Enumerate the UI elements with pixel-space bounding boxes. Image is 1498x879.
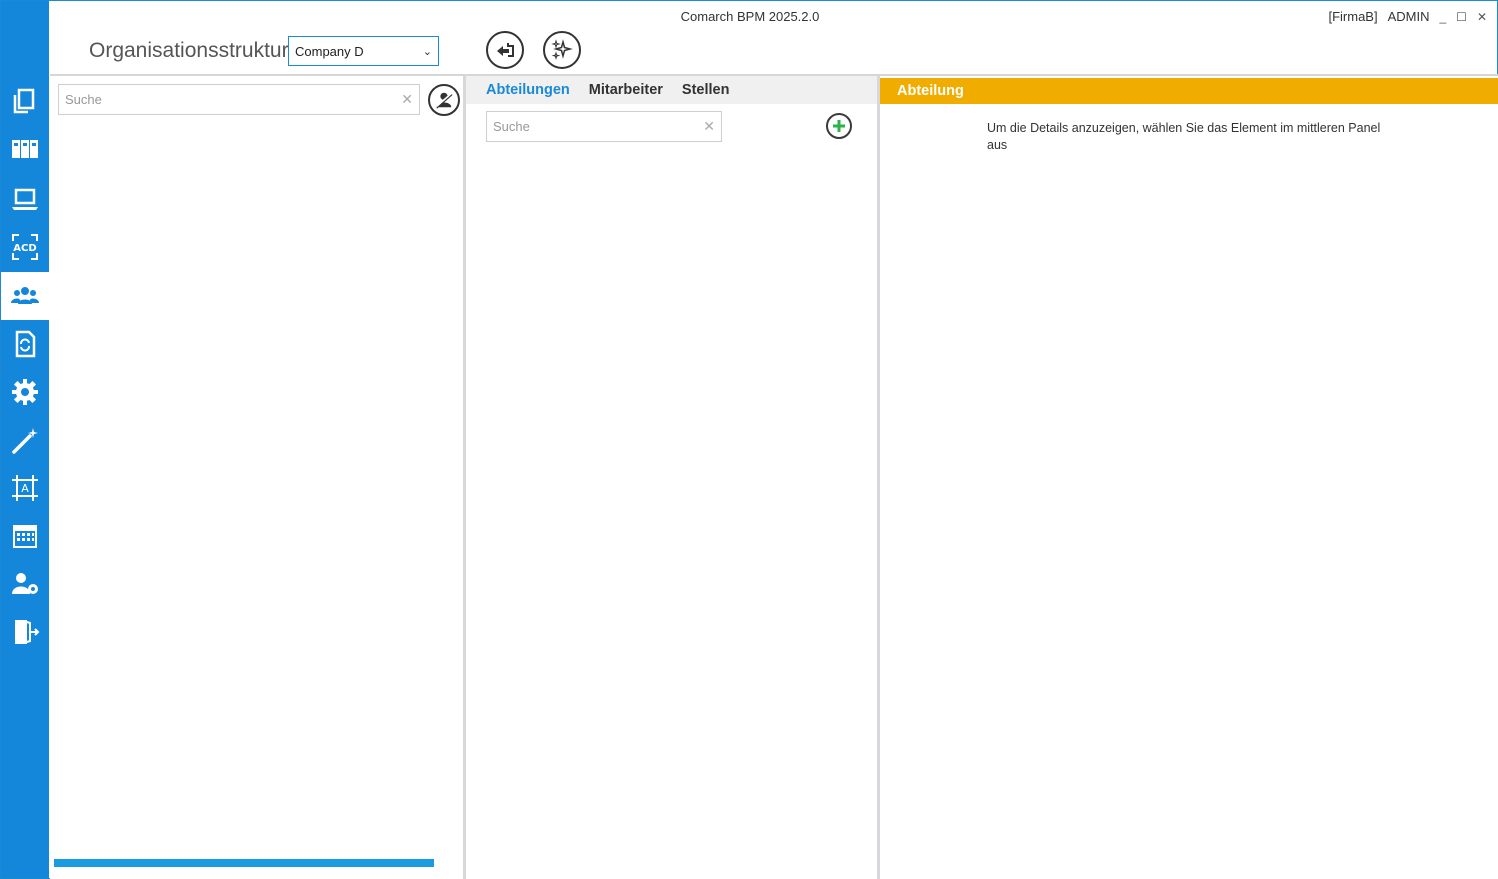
sidebar-item-laptop[interactable] [1, 175, 49, 223]
sidebar-item-binders[interactable] [1, 125, 49, 173]
minimize-button[interactable]: _ [1439, 10, 1446, 24]
sidebar-item-settings[interactable] [1, 368, 49, 416]
maximize-button[interactable]: ☐ [1456, 10, 1467, 24]
window-controls: [FirmaB] ADMIN _ ☐ ✕ [1328, 9, 1487, 24]
company-tag: [FirmaB] [1328, 9, 1378, 24]
documents-icon [13, 88, 35, 114]
sidebar-item-magic-wand[interactable] [1, 416, 49, 464]
sidebar-item-acd[interactable]: ACD [1, 223, 49, 271]
svg-text:A: A [21, 482, 29, 495]
tab-stellen[interactable]: Stellen [682, 82, 730, 98]
chevron-down-icon: ⌄ [422, 45, 432, 58]
sidebar-item-exit[interactable] [1, 608, 49, 656]
designer-icon: A [12, 475, 38, 501]
sidebar: ACD A [1, 1, 49, 878]
sidebar-item-documents[interactable] [1, 77, 49, 125]
magic-wand-icon [12, 428, 38, 454]
tree-search-input[interactable]: Suche ✕ [58, 84, 420, 115]
sidebar-item-organisation[interactable] [1, 272, 49, 320]
detail-hint-text: Um die Details anzuzeigen, wählen Sie da… [987, 121, 1381, 152]
list-panel: Abteilungen Mitarbeiter Stellen Suche ✕ [466, 76, 877, 879]
page-title: Organisationsstruktur [89, 39, 289, 62]
list-search-placeholder: Suche [493, 119, 530, 134]
back-button[interactable] [486, 31, 524, 69]
user-settings-icon [12, 573, 38, 594]
user-slash-icon [436, 92, 453, 109]
tree-panel: Suche ✕ [50, 76, 463, 879]
sidebar-item-calendar[interactable] [1, 512, 49, 560]
tab-mitarbeiter[interactable]: Mitarbeiter [589, 82, 663, 98]
calendar-icon [13, 525, 37, 548]
sidebar-item-user-settings[interactable] [1, 560, 49, 608]
acd-icon: ACD [12, 234, 38, 260]
company-select-value: Company D [295, 43, 364, 59]
app-window: ACD A Comarch BPM 2025.2.0 [FirmaB] ADMI [0, 0, 1498, 879]
svg-text:ACD: ACD [13, 243, 36, 254]
tab-bar: Abteilungen Mitarbeiter Stellen [466, 76, 877, 104]
gear-icon [12, 379, 38, 405]
sidebar-item-designer[interactable]: A [1, 464, 49, 512]
close-button[interactable]: ✕ [1477, 10, 1487, 24]
users-group-icon [11, 287, 39, 304]
back-arrow-icon [497, 43, 514, 57]
loading-progress-bar [54, 859, 434, 867]
laptop-icon [12, 188, 38, 210]
sparkles-icon [551, 39, 573, 60]
plus-icon [833, 120, 845, 132]
add-department-button[interactable] [826, 113, 852, 139]
clear-icon[interactable]: ✕ [401, 91, 413, 108]
exit-icon [15, 620, 40, 644]
magic-button[interactable] [543, 31, 581, 69]
detail-header: Abteilung [880, 78, 1498, 104]
clear-icon[interactable]: ✕ [703, 118, 715, 135]
sidebar-item-document-refresh[interactable] [1, 320, 49, 368]
tab-abteilungen[interactable]: Abteilungen [486, 82, 570, 98]
tree-search-placeholder: Suche [65, 92, 102, 107]
user-filter-button[interactable] [428, 84, 460, 116]
list-search-input[interactable]: Suche ✕ [486, 111, 722, 142]
company-select[interactable]: Company D ⌄ [288, 36, 439, 66]
document-refresh-icon [15, 330, 36, 358]
window-title: Comarch BPM 2025.2.0 [680, 9, 820, 24]
user-name: ADMIN [1387, 9, 1430, 24]
detail-panel: Abteilung Um die Details anzuzeigen, wäh… [880, 76, 1498, 879]
binders-icon [12, 140, 38, 158]
